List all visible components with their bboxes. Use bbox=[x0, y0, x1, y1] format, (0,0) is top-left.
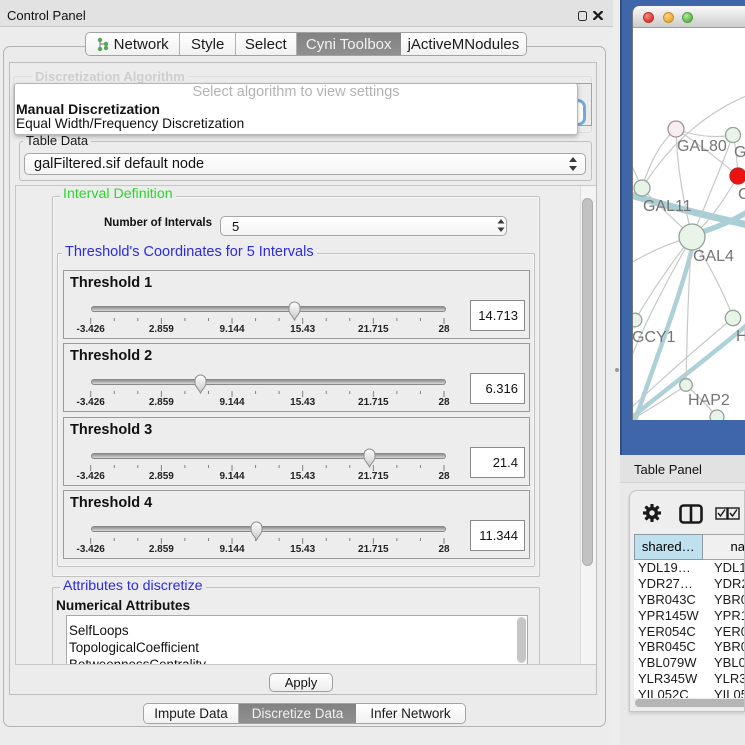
svg-text:C: C bbox=[738, 186, 745, 203]
svg-text:GAL80: GAL80 bbox=[677, 138, 727, 155]
svg-text:GAL11: GAL11 bbox=[643, 198, 692, 215]
svg-text:HAP2: HAP2 bbox=[688, 392, 730, 409]
svg-text:GCY1: GCY1 bbox=[633, 329, 676, 346]
svg-text:GAL4: GAL4 bbox=[693, 248, 734, 265]
svg-text:GA: GA bbox=[734, 144, 745, 161]
svg-text:H: H bbox=[736, 328, 745, 345]
